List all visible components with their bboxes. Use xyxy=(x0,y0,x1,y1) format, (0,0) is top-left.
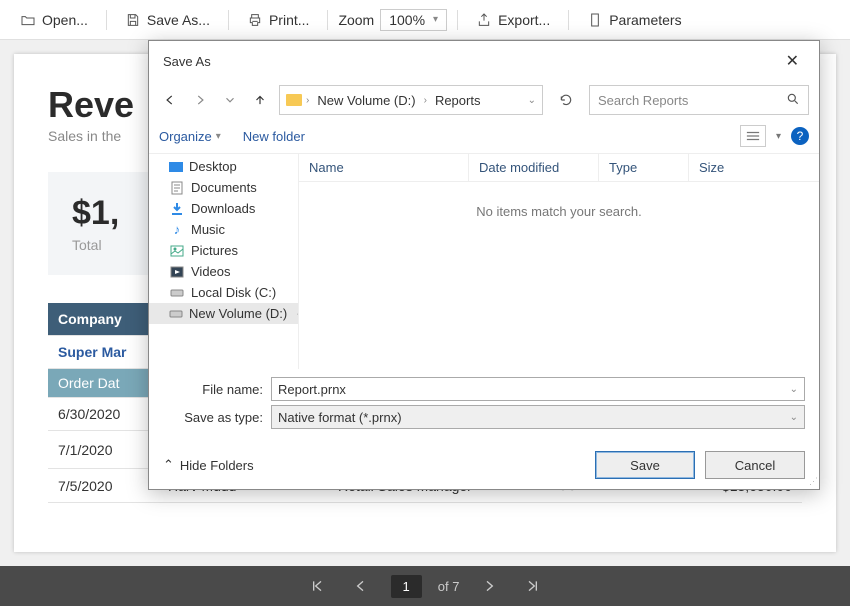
search-placeholder: Search Reports xyxy=(598,93,688,108)
open-button[interactable]: Open... xyxy=(12,8,96,32)
last-page-button[interactable] xyxy=(519,572,547,600)
tree-music[interactable]: ♪Music xyxy=(149,219,298,240)
saveas-dialog: Save As ✕ › New Volume (D:) › Reports ⌄ … xyxy=(148,40,820,490)
filename-input[interactable]: Report.prnx⌄ xyxy=(271,377,805,401)
search-input[interactable]: Search Reports xyxy=(589,85,809,115)
next-page-button[interactable] xyxy=(475,572,503,600)
savetype-label: Save as type: xyxy=(163,410,263,425)
disk-icon xyxy=(169,307,183,321)
col-size[interactable]: Size xyxy=(689,154,819,181)
dialog-title: Save As xyxy=(163,54,211,69)
documents-icon xyxy=(169,181,185,195)
zoom-label: Zoom xyxy=(338,12,374,28)
main-toolbar: Open... Save As... Print... Zoom 100% ▾ … xyxy=(0,0,850,40)
cancel-button[interactable]: Cancel xyxy=(705,451,805,479)
tree-documents[interactable]: Documents xyxy=(149,177,298,198)
close-button[interactable]: ✕ xyxy=(780,49,805,73)
page-of: of 7 xyxy=(438,579,460,594)
print-icon xyxy=(247,12,263,28)
export-label: Export... xyxy=(498,12,550,28)
folder-icon xyxy=(286,94,302,106)
parameters-icon xyxy=(587,12,603,28)
current-page[interactable]: 1 xyxy=(391,575,422,598)
save-icon xyxy=(125,12,141,28)
savetype-select[interactable]: Native format (*.prnx)⌄ xyxy=(271,405,805,429)
prev-page-button[interactable] xyxy=(347,572,375,600)
organize-button[interactable]: Organize ▾ xyxy=(159,129,221,144)
pictures-icon xyxy=(169,244,185,258)
zoom-select[interactable]: 100% ▾ xyxy=(380,9,447,31)
filename-label: File name: xyxy=(163,382,263,397)
refresh-button[interactable] xyxy=(551,85,581,115)
search-icon xyxy=(786,92,800,109)
tree-desktop[interactable]: Desktop xyxy=(149,156,298,177)
print-label: Print... xyxy=(269,12,309,28)
pager: 1 of 7 xyxy=(0,566,850,606)
chevron-down-icon: ⌄ xyxy=(295,308,299,319)
export-button[interactable]: Export... xyxy=(468,8,558,32)
chevron-right-icon: › xyxy=(306,95,309,106)
empty-message: No items match your search. xyxy=(299,182,819,241)
print-button[interactable]: Print... xyxy=(239,8,317,32)
chevron-right-icon: › xyxy=(424,95,427,106)
videos-icon xyxy=(169,265,185,279)
resize-grip[interactable]: ⋰ xyxy=(809,476,816,487)
file-list[interactable]: Name Date modified Type Size No items ma… xyxy=(299,154,819,369)
crumb-drive[interactable]: New Volume (D:) xyxy=(313,91,419,110)
nav-up-button[interactable] xyxy=(249,89,271,111)
chevron-up-icon: ⌃ xyxy=(163,457,174,473)
tree-localdisk[interactable]: Local Disk (C:) xyxy=(149,282,298,303)
newfolder-button[interactable]: New folder xyxy=(243,129,305,144)
chevron-down-icon[interactable]: ⌄ xyxy=(528,95,536,106)
chevron-down-icon[interactable]: ⌄ xyxy=(790,412,798,423)
col-date[interactable]: Date modified xyxy=(469,154,599,181)
tree-newvolume[interactable]: New Volume (D:)⌄ xyxy=(149,303,298,324)
desktop-icon xyxy=(169,162,183,172)
disk-icon xyxy=(169,286,185,300)
downloads-icon xyxy=(169,202,185,216)
parameters-label: Parameters xyxy=(609,12,681,28)
parameters-button[interactable]: Parameters xyxy=(579,8,689,32)
nav-forward-button[interactable] xyxy=(189,89,211,111)
save-button[interactable]: Save xyxy=(595,451,695,479)
view-options-button[interactable] xyxy=(740,125,766,147)
col-name[interactable]: Name xyxy=(299,154,469,181)
folder-open-icon xyxy=(20,12,36,28)
help-button[interactable]: ? xyxy=(791,127,809,145)
music-icon: ♪ xyxy=(169,223,185,237)
folder-tree[interactable]: Desktop Documents Downloads ♪Music Pictu… xyxy=(149,154,299,369)
saveas-button[interactable]: Save As... xyxy=(117,8,218,32)
crumb-folder[interactable]: Reports xyxy=(431,91,485,110)
first-page-button[interactable] xyxy=(303,572,331,600)
saveas-label: Save As... xyxy=(147,12,210,28)
hide-folders-button[interactable]: ⌃ Hide Folders xyxy=(163,457,254,473)
zoom-value: 100% xyxy=(389,12,425,28)
nav-recent-button[interactable] xyxy=(219,89,241,111)
chevron-down-icon[interactable]: ⌄ xyxy=(790,384,798,395)
nav-back-button[interactable] xyxy=(159,89,181,111)
tree-pictures[interactable]: Pictures xyxy=(149,240,298,261)
tree-videos[interactable]: Videos xyxy=(149,261,298,282)
address-bar[interactable]: › New Volume (D:) › Reports ⌄ xyxy=(279,85,543,115)
open-label: Open... xyxy=(42,12,88,28)
column-headers[interactable]: Name Date modified Type Size xyxy=(299,154,819,182)
export-icon xyxy=(476,12,492,28)
col-type[interactable]: Type xyxy=(599,154,689,181)
chevron-down-icon[interactable]: ▾ xyxy=(776,131,781,142)
chevron-down-icon: ▾ xyxy=(433,14,438,25)
tree-downloads[interactable]: Downloads xyxy=(149,198,298,219)
